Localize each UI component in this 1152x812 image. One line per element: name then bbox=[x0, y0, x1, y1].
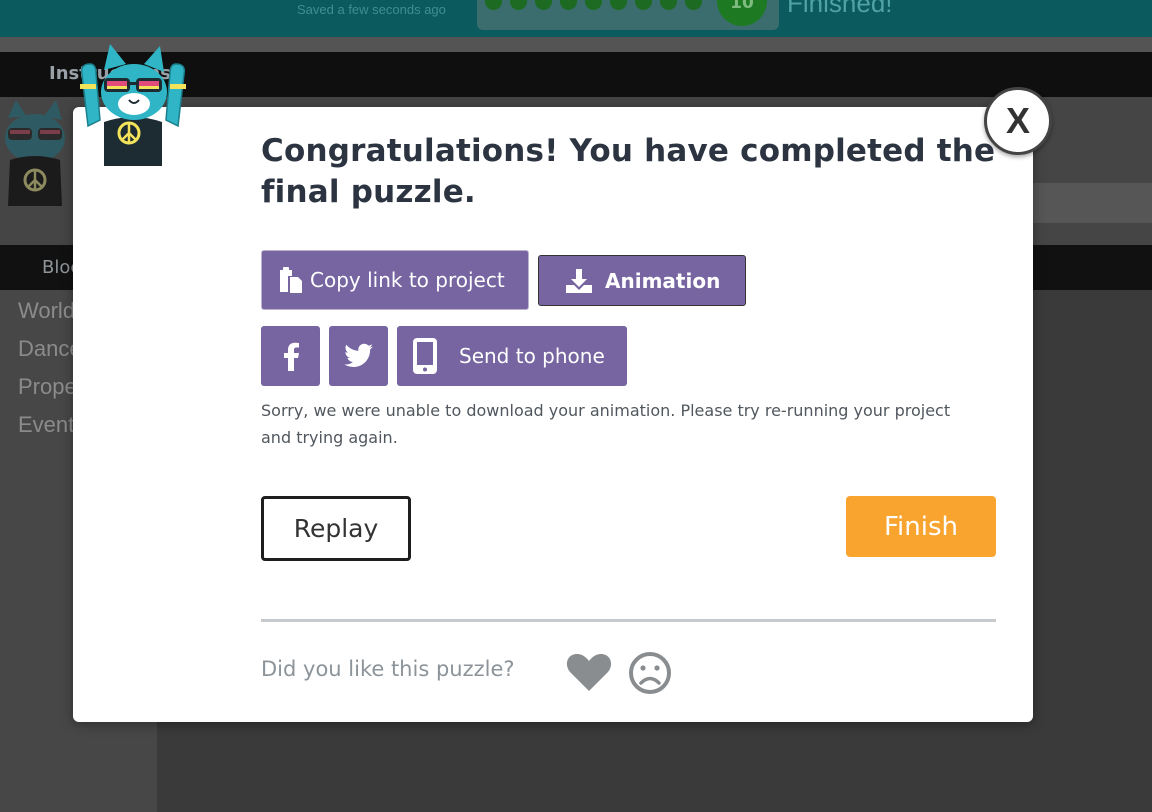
copy-link-label: Copy link to project bbox=[310, 268, 505, 292]
facebook-icon bbox=[283, 342, 299, 371]
level-dot[interactable] bbox=[635, 0, 652, 10]
send-to-phone-label: Send to phone bbox=[459, 344, 605, 368]
completion-dialog: Congratulations! You have completed the … bbox=[73, 107, 1033, 722]
frown-icon[interactable] bbox=[628, 651, 672, 695]
download-error-message: Sorry, we were unable to download your a… bbox=[261, 401, 951, 447]
animation-label: Animation bbox=[605, 268, 721, 293]
level-dot[interactable] bbox=[535, 0, 552, 10]
send-to-phone-button[interactable]: Send to phone bbox=[397, 326, 627, 386]
cat-mascot-icon bbox=[80, 44, 186, 166]
download-icon bbox=[566, 268, 592, 293]
level-dot[interactable] bbox=[585, 0, 602, 10]
download-animation-button[interactable]: Animation bbox=[538, 255, 746, 306]
replay-button[interactable]: Replay bbox=[261, 496, 411, 561]
level-dot[interactable] bbox=[510, 0, 527, 10]
finished-label: Finished! bbox=[787, 0, 893, 18]
close-button[interactable]: X bbox=[984, 87, 1052, 155]
feedback-divider bbox=[261, 619, 996, 622]
feedback-prompt: Did you like this puzzle? bbox=[261, 657, 515, 681]
dialog-title: Congratulations! You have completed the … bbox=[261, 133, 996, 210]
save-status: Saved a few seconds ago bbox=[297, 2, 446, 17]
level-dot[interactable] bbox=[685, 0, 702, 10]
copy-link-button[interactable]: Copy link to project bbox=[261, 250, 529, 310]
level-dot[interactable] bbox=[660, 0, 677, 10]
instructions-cat-icon bbox=[5, 100, 65, 206]
heart-icon[interactable] bbox=[566, 652, 612, 692]
level-dot[interactable] bbox=[560, 0, 577, 10]
toolbox-category[interactable]: World bbox=[18, 298, 75, 324]
level-dot[interactable] bbox=[485, 0, 502, 10]
facebook-share-button[interactable] bbox=[261, 326, 320, 386]
clipboard-icon bbox=[280, 267, 302, 293]
phone-icon bbox=[413, 338, 437, 374]
level-progress: 10 bbox=[477, 0, 779, 30]
twitter-icon bbox=[343, 343, 373, 367]
current-level-bubble[interactable]: 10 bbox=[717, 0, 767, 26]
close-label: X bbox=[1005, 100, 1030, 141]
finish-button[interactable]: Finish bbox=[846, 496, 996, 557]
level-dot[interactable] bbox=[610, 0, 627, 10]
instructions-area-strip bbox=[1033, 183, 1152, 223]
twitter-share-button[interactable] bbox=[329, 326, 388, 386]
